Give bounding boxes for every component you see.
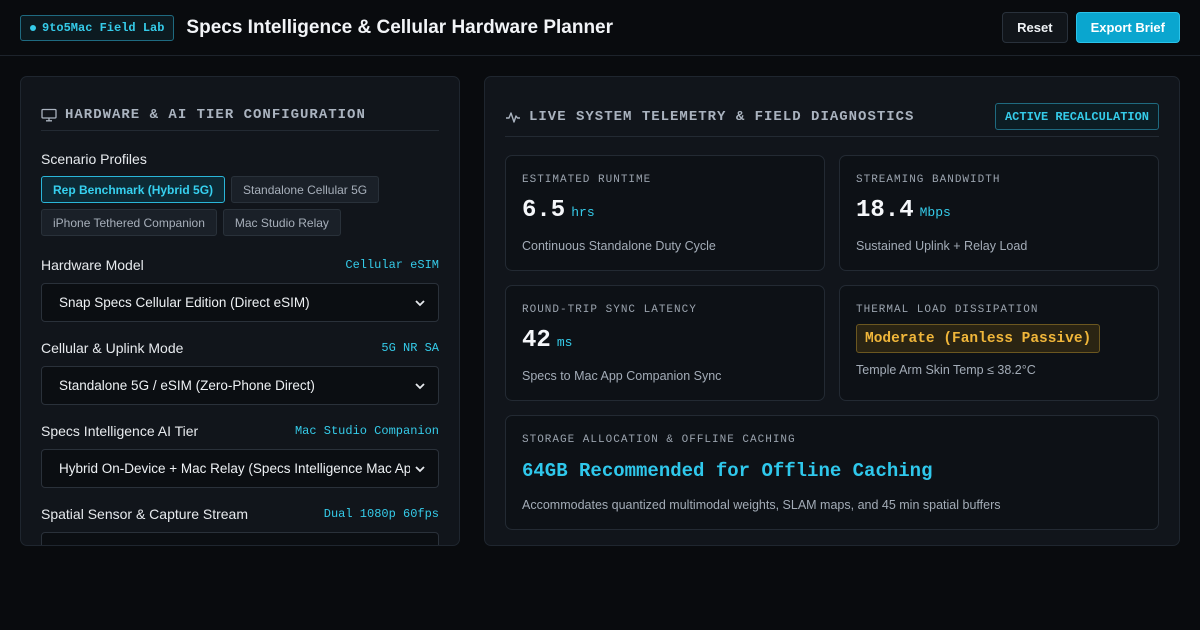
bandwidth-value: 18.4 xyxy=(856,197,914,224)
top-bar: 9to5Mac Field Lab Specs Intelligence & C… xyxy=(0,0,1200,56)
spatial-sensor-tag: Dual 1080p 60fps xyxy=(323,507,439,521)
spatial-sensor-label: Spatial Sensor & Capture Stream xyxy=(41,506,248,522)
activity-pulse-icon xyxy=(506,111,520,123)
spatial-sensor-field: Spatial Sensor & Capture Stream Dual 108… xyxy=(41,505,439,545)
storage-description: Accommodates quantized multimodal weight… xyxy=(522,498,1001,512)
telemetry-panel-header: LIVE SYSTEM TELEMETRY & FIELD DIAGNOSTIC… xyxy=(505,97,1159,137)
chevron-down-icon xyxy=(415,465,425,472)
thermal-status-badge: Moderate (Fanless Passive) xyxy=(856,324,1101,353)
configuration-panel: HARDWARE & AI TIER CONFIGURATION Scenari… xyxy=(20,76,460,546)
status-dot-icon xyxy=(30,24,36,31)
export-brief-button[interactable]: Export Brief xyxy=(1075,12,1180,43)
scenario-rep-benchmark[interactable]: Rep Benchmark (Hybrid 5G) xyxy=(41,176,226,203)
latency-label: ROUND-TRIP SYNC LATENCY xyxy=(522,304,697,316)
hardware-model-label: Hardware Model xyxy=(41,257,144,273)
cellular-uplink-tag: 5G NR SA xyxy=(381,341,439,355)
latency-unit: ms xyxy=(556,335,573,350)
bandwidth-description: Sustained Uplink + Relay Load xyxy=(856,239,1028,253)
ai-tier-label: Specs Intelligence AI Tier xyxy=(41,423,199,439)
scenario-standalone-cellular[interactable]: Standalone Cellular 5G xyxy=(231,176,380,203)
ai-tier-select[interactable]: Hybrid On-Device + Mac Relay (Specs Inte… xyxy=(41,449,439,488)
bandwidth-label: STREAMING BANDWIDTH xyxy=(856,174,1001,186)
latency-description: Specs to Mac App Companion Sync xyxy=(522,369,722,383)
cellular-uplink-value: Standalone 5G / eSIM (Zero-Phone Direct) xyxy=(59,378,315,393)
runtime-value: 6.5 xyxy=(522,197,566,224)
hardware-model-value: Snap Specs Cellular Edition (Direct eSIM… xyxy=(59,295,310,310)
configuration-panel-header: HARDWARE & AI TIER CONFIGURATION xyxy=(41,99,439,131)
bandwidth-metric: 18.4 Mbps xyxy=(856,197,951,224)
runtime-card: ESTIMATED RUNTIME 6.5 hrs Continuous Sta… xyxy=(505,155,825,271)
brand-badge: 9to5Mac Field Lab xyxy=(20,14,175,41)
scenario-profiles-label: Scenario Profiles xyxy=(41,151,147,167)
page-title: Specs Intelligence & Cellular Hardware P… xyxy=(186,16,614,38)
hardware-model-tag: Cellular eSIM xyxy=(345,258,439,272)
thermal-description: Temple Arm Skin Temp ≤ 38.2°C xyxy=(856,363,1036,377)
configuration-panel-title: HARDWARE & AI TIER CONFIGURATION xyxy=(65,106,366,123)
scenario-profiles: Rep Benchmark (Hybrid 5G) Standalone Cel… xyxy=(41,176,441,236)
runtime-unit: hrs xyxy=(571,205,595,220)
reset-button[interactable]: Reset xyxy=(1002,12,1068,43)
scenario-iphone-tethered[interactable]: iPhone Tethered Companion xyxy=(41,209,217,236)
runtime-metric: 6.5 hrs xyxy=(522,197,595,224)
chevron-down-icon xyxy=(415,299,425,306)
scenario-mac-studio-relay[interactable]: Mac Studio Relay xyxy=(222,209,341,236)
status-badge: ACTIVE RECALCULATION xyxy=(994,103,1159,130)
ai-tier-tag: Mac Studio Companion xyxy=(294,424,439,438)
telemetry-panel-title: LIVE SYSTEM TELEMETRY & FIELD DIAGNOSTIC… xyxy=(529,108,915,125)
thermal-label: THERMAL LOAD DISSIPATION xyxy=(856,304,1039,316)
hardware-model-field: Hardware Model Cellular eSIM Snap Specs … xyxy=(41,256,439,322)
header-actions: Reset Export Brief xyxy=(1002,12,1180,43)
runtime-label: ESTIMATED RUNTIME xyxy=(522,174,652,186)
bandwidth-card: STREAMING BANDWIDTH 18.4 Mbps Sustained … xyxy=(839,155,1159,271)
runtime-description: Continuous Standalone Duty Cycle xyxy=(522,239,716,253)
storage-label: STORAGE ALLOCATION & OFFLINE CACHING xyxy=(522,434,796,446)
latency-value: 42 xyxy=(522,327,551,354)
cellular-uplink-label: Cellular & Uplink Mode xyxy=(41,340,184,356)
spatial-sensor-select[interactable] xyxy=(41,532,439,545)
ai-tier-field: Specs Intelligence AI Tier Mac Studio Co… xyxy=(41,422,439,488)
thermal-card: THERMAL LOAD DISSIPATION Moderate (Fanle… xyxy=(839,285,1159,401)
cellular-uplink-field: Cellular & Uplink Mode 5G NR SA Standalo… xyxy=(41,339,439,405)
latency-card: ROUND-TRIP SYNC LATENCY 42 ms Specs to M… xyxy=(505,285,825,401)
brand-label: 9to5Mac Field Lab xyxy=(42,20,165,35)
storage-card: STORAGE ALLOCATION & OFFLINE CACHING 64G… xyxy=(505,415,1159,530)
latency-metric: 42 ms xyxy=(522,327,572,354)
hardware-model-select[interactable]: Snap Specs Cellular Edition (Direct eSIM… xyxy=(41,283,439,322)
ai-tier-value: Hybrid On-Device + Mac Relay (Specs Inte… xyxy=(59,461,410,476)
storage-recommendation: 64GB Recommended for Offline Caching xyxy=(522,460,933,482)
telemetry-panel: LIVE SYSTEM TELEMETRY & FIELD DIAGNOSTIC… xyxy=(484,76,1180,546)
chevron-down-icon xyxy=(415,382,425,389)
monitor-icon xyxy=(41,108,57,121)
bandwidth-unit: Mbps xyxy=(919,205,951,220)
cellular-uplink-select[interactable]: Standalone 5G / eSIM (Zero-Phone Direct) xyxy=(41,366,439,405)
